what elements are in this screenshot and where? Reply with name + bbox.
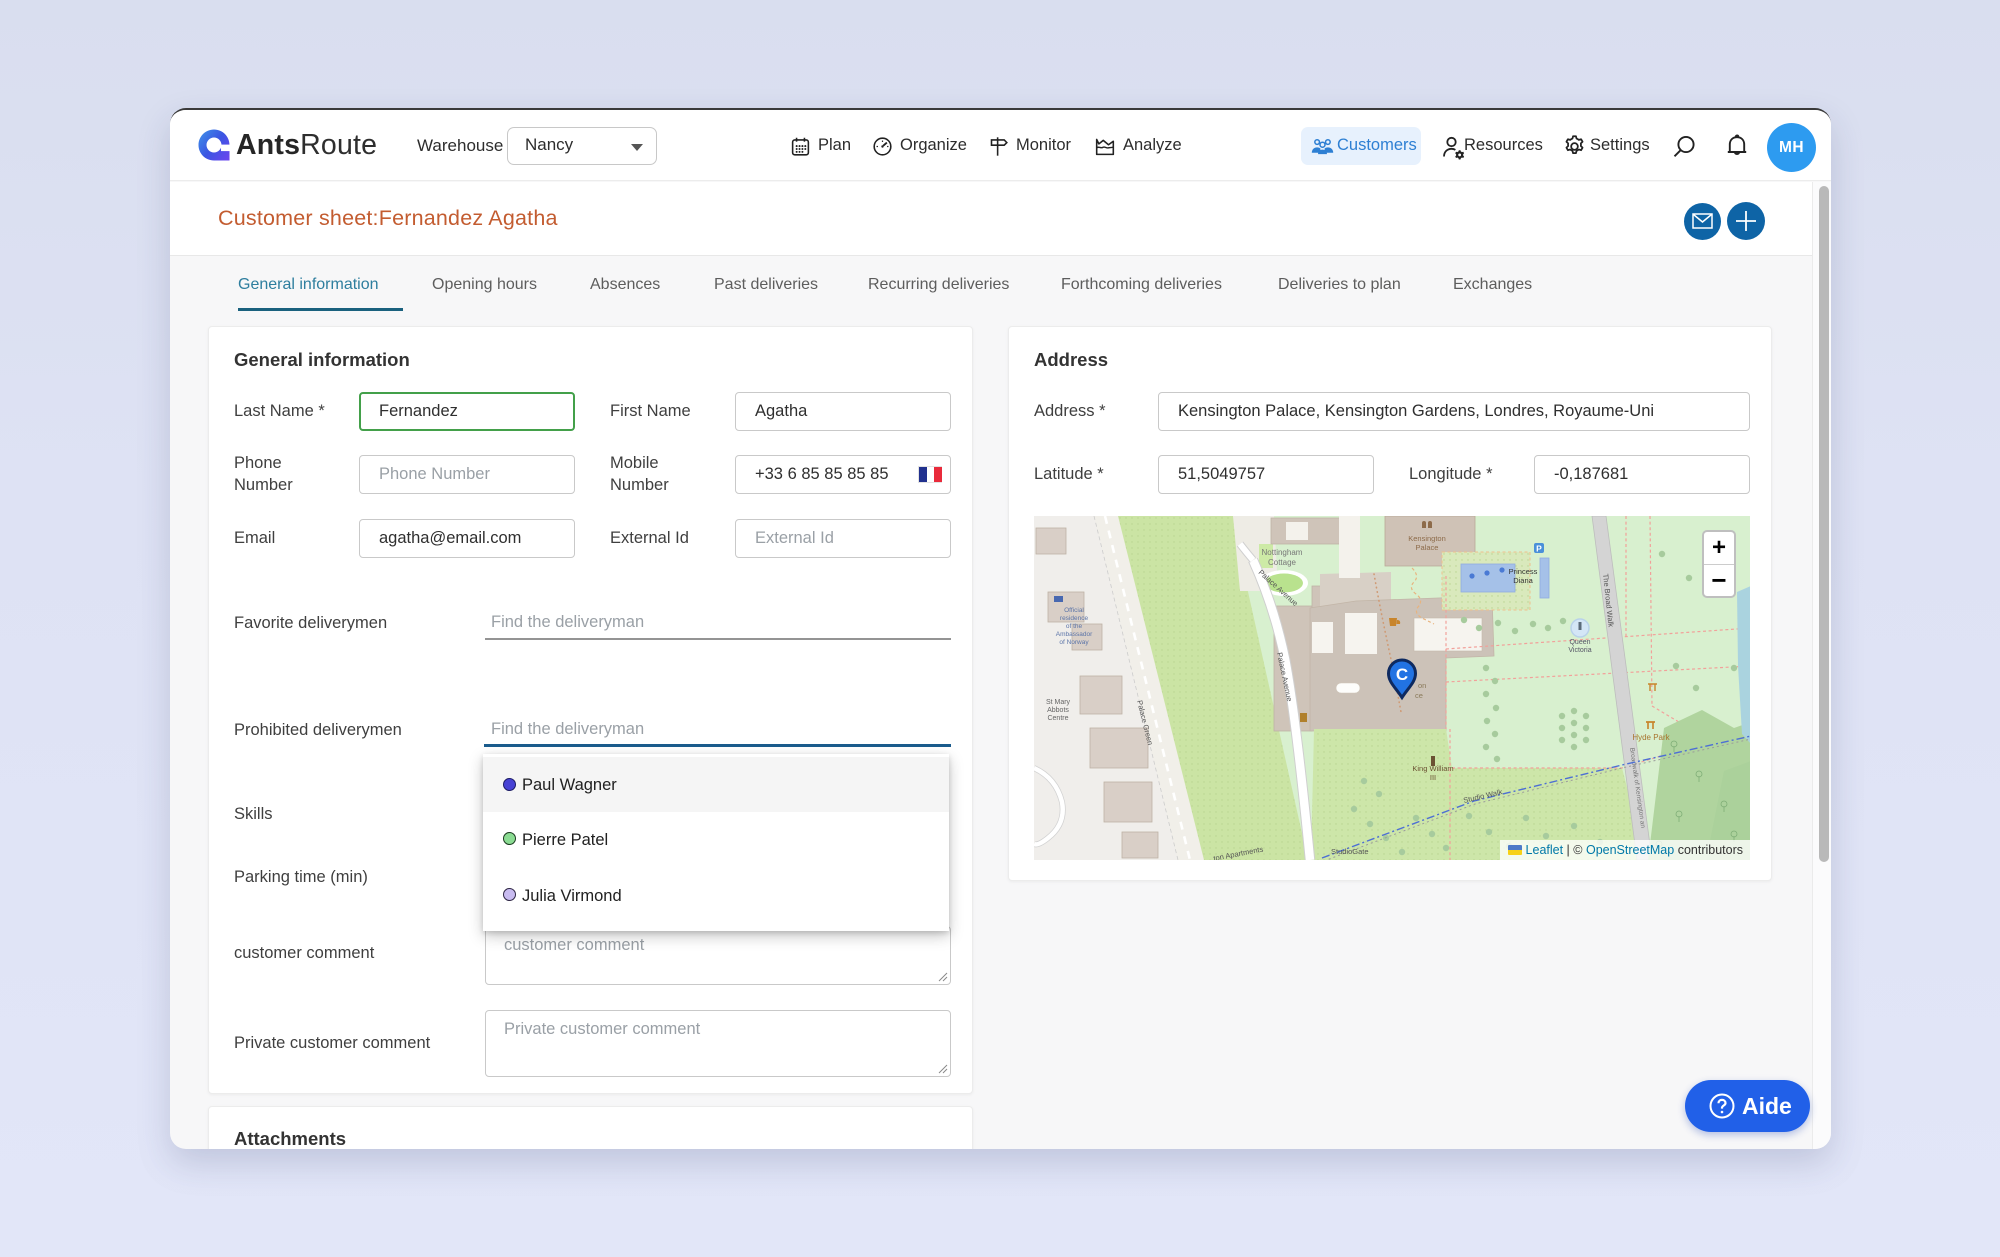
svg-text:Cottage: Cottage — [1268, 558, 1297, 567]
svg-text:Nottingham: Nottingham — [1262, 548, 1303, 557]
svg-text:Kensington: Kensington — [1408, 534, 1446, 543]
svg-text:Centre: Centre — [1047, 715, 1068, 722]
svg-text:King William: King William — [1412, 764, 1453, 773]
svg-text:Diana: Diana — [1513, 576, 1533, 585]
svg-text:of Norway: of Norway — [1059, 639, 1089, 646]
svg-text:Queen: Queen — [1569, 639, 1590, 646]
svg-text:Abbots: Abbots — [1047, 707, 1069, 714]
svg-text:Palace: Palace — [1416, 543, 1439, 552]
svg-text:III: III — [1430, 773, 1436, 782]
svg-text:Princess: Princess — [1509, 567, 1538, 576]
svg-text:residence: residence — [1060, 615, 1089, 622]
svg-text:P: P — [1536, 544, 1542, 554]
svg-text:of the: of the — [1066, 623, 1083, 630]
svg-text:Official: Official — [1064, 607, 1084, 614]
svg-text:Hyde Park: Hyde Park — [1632, 733, 1670, 742]
svg-text:ce: ce — [1415, 691, 1423, 700]
svg-text:Ambassador: Ambassador — [1056, 631, 1093, 638]
svg-text:StudioGate: StudioGate — [1331, 847, 1369, 856]
svg-text:C: C — [1396, 665, 1408, 684]
svg-text:Victoria: Victoria — [1568, 647, 1591, 654]
svg-text:St Mary: St Mary — [1046, 699, 1071, 706]
svg-text:on: on — [1418, 681, 1426, 690]
